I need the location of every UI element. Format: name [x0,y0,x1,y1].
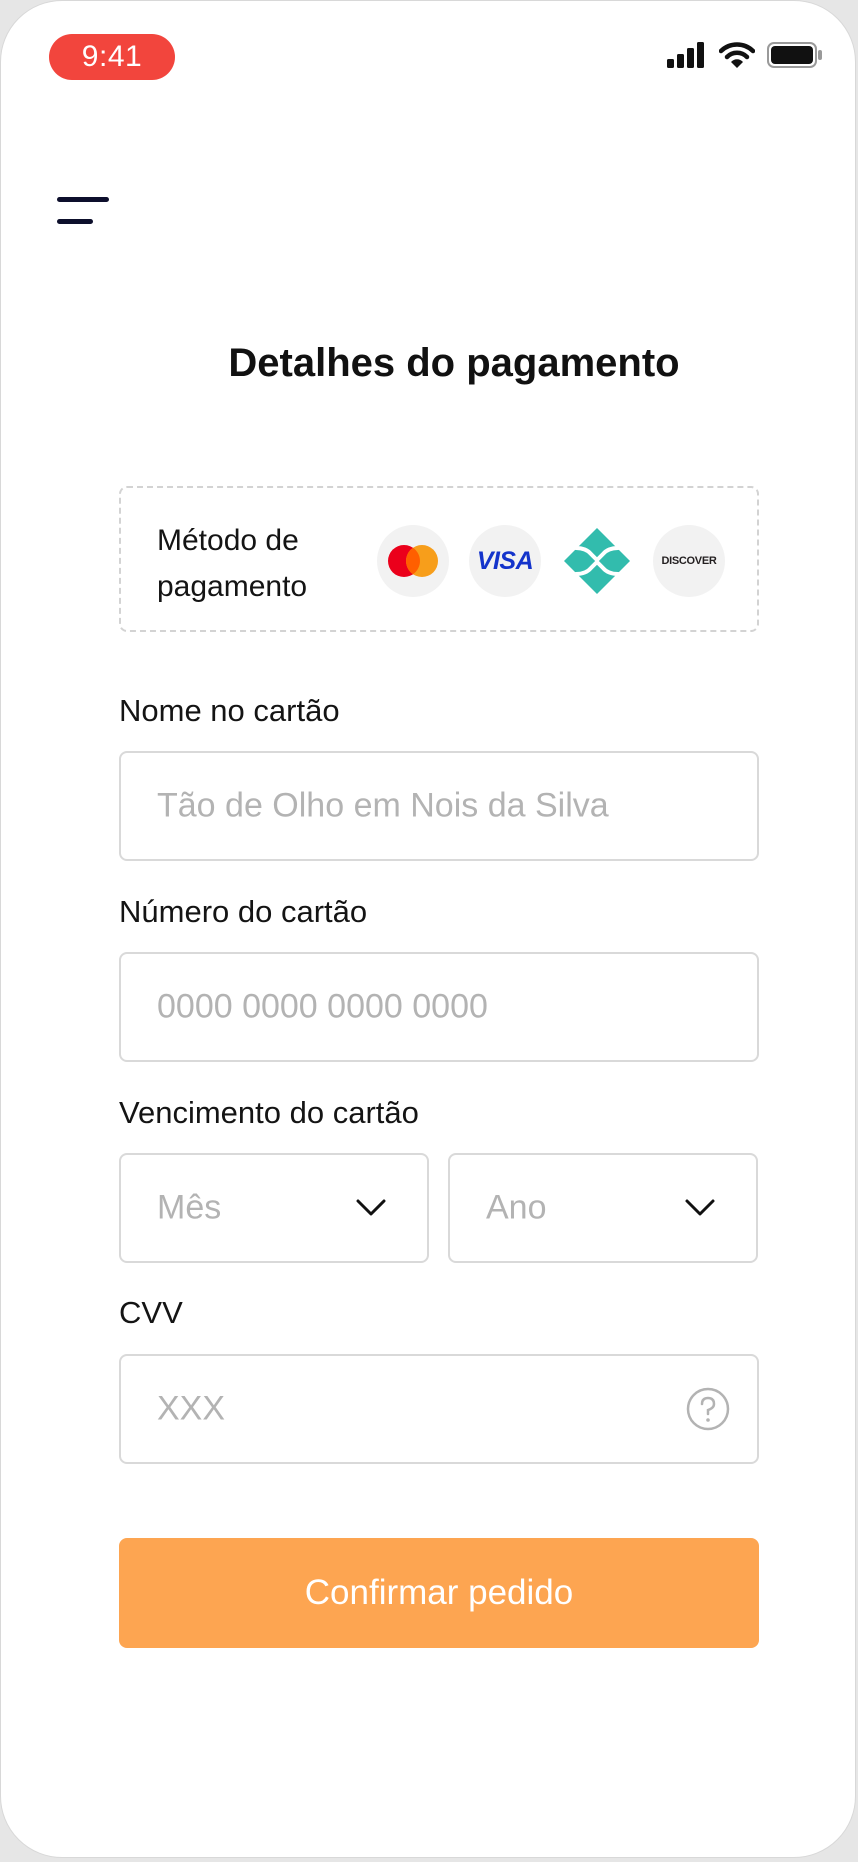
expiry-label: Vencimento do cartão [119,1095,419,1130]
page-title: Detalhes do pagamento [228,341,680,385]
wifi-icon [719,42,755,68]
mastercard-option[interactable] [377,525,449,597]
mastercard-icon [388,545,438,577]
year-select[interactable]: Ano [448,1153,758,1263]
status-icons [667,41,823,69]
status-time: 9:41 [49,34,175,80]
help-icon[interactable] [685,1386,731,1432]
payment-method-box: Método de pagamento VISA DISCOVER [119,486,759,632]
card-number-input[interactable]: 0000 0000 0000 0000 [119,952,759,1062]
battery-icon [767,42,822,68]
visa-icon: VISA [476,546,534,575]
discover-option[interactable]: DISCOVER [653,525,725,597]
pix-icon [564,528,630,594]
month-placeholder: Mês [157,1188,222,1227]
visa-option[interactable]: VISA [469,525,541,597]
chevron-down-icon [356,1199,386,1216]
name-label: Nome no cartão [119,693,340,728]
card-number-placeholder: 0000 0000 0000 0000 [157,987,488,1026]
cvv-label: CVV [119,1295,183,1330]
confirm-order-button[interactable]: Confirmar pedido [119,1538,759,1648]
payment-method-label: Método de pagamento [157,524,308,603]
discover-icon: DISCOVER [661,555,717,567]
cvv-input[interactable]: XXX [119,1354,759,1464]
year-placeholder: Ano [486,1188,547,1227]
chevron-down-icon [685,1199,715,1216]
cvv-placeholder: XXX [157,1389,226,1428]
name-placeholder: Tão de Olho em Nois da Silva [157,786,609,825]
menu-icon[interactable] [57,197,109,231]
pix-option[interactable] [561,525,633,597]
month-select[interactable]: Mês [119,1153,429,1263]
phone-screen: 9:41 Detalhes do pagamento Método de pag… [0,0,856,1858]
signal-icon [667,42,704,68]
card-number-label: Número do cartão [119,894,368,929]
name-input[interactable]: Tão de Olho em Nois da Silva [119,751,759,861]
